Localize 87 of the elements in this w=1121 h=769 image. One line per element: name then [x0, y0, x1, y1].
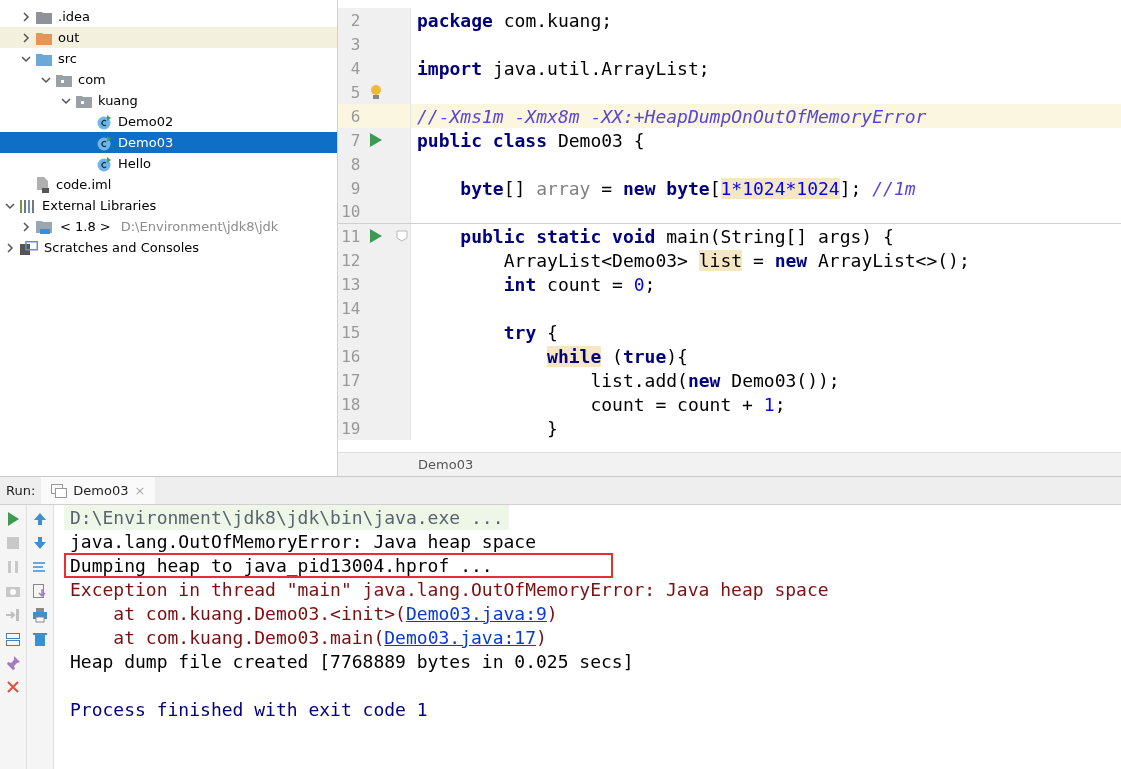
- chevron-right-icon[interactable]: [20, 31, 32, 44]
- tree-item[interactable]: Demo03: [0, 132, 337, 153]
- arrow-up-icon[interactable]: [32, 511, 48, 527]
- chevron-right-icon[interactable]: [4, 241, 16, 254]
- tree-item[interactable]: code.iml: [0, 174, 337, 195]
- code-line: ArrayList<Demo03> list = new ArrayList<>();: [502, 249, 970, 271]
- line-number: 2: [349, 10, 361, 30]
- line-number: 14: [340, 298, 361, 318]
- package-icon: [56, 72, 72, 87]
- sdk-path: D:\Environment\jdk8\jdk: [120, 219, 279, 234]
- exit-icon[interactable]: [5, 607, 21, 623]
- line-number: 15: [340, 322, 361, 342]
- line-number: 4: [349, 58, 361, 78]
- run-label: Run:: [5, 483, 37, 498]
- code-line: public static void main(String[] args) {: [459, 225, 894, 247]
- lightbulb-icon[interactable]: [370, 84, 383, 100]
- line-number: 17: [340, 370, 361, 390]
- tree-item[interactable]: kuang: [0, 90, 337, 111]
- code-line: int count = 0;: [502, 273, 656, 295]
- line-number: 7: [349, 130, 361, 150]
- tree-item[interactable]: < 1.8 > D:\Environment\jdk8\jdk: [0, 216, 337, 237]
- code-line: import java.util.ArrayList;: [416, 57, 710, 79]
- line-number: 16: [340, 346, 361, 366]
- code-line: list.add(new Demo03());: [589, 369, 840, 391]
- tree-item[interactable]: Hello: [0, 153, 337, 174]
- code-line: byte[] array = new byte[1*1024*1024]; //1m: [459, 177, 916, 199]
- arrow-down-icon[interactable]: [32, 535, 48, 551]
- folder-icon: [36, 30, 52, 45]
- class-icon: [96, 134, 112, 151]
- line-number: 18: [340, 394, 361, 414]
- line-number: 11: [340, 226, 361, 246]
- console-line: at com.kuang.Demo03.main(Demo03.java:17): [112, 625, 548, 650]
- fold-icon[interactable]: [396, 230, 409, 242]
- code-line: while (true){: [546, 345, 688, 367]
- source-link[interactable]: Demo03.java:17: [384, 626, 536, 648]
- run-icon[interactable]: [370, 133, 383, 147]
- folder-icon: [36, 51, 52, 66]
- tree-item[interactable]: out: [0, 27, 337, 48]
- line-number: 9: [349, 178, 361, 198]
- line-number: 8: [349, 154, 361, 174]
- tree-item[interactable]: .idea: [0, 6, 337, 27]
- close-icon[interactable]: [5, 679, 21, 695]
- layout-icon[interactable]: [5, 631, 21, 647]
- console-line: Heap dump file created [7768889 bytes in 0.025 secs]: [69, 649, 635, 674]
- line-number: 5: [349, 82, 361, 102]
- source-link[interactable]: Demo03.java:9: [405, 602, 547, 624]
- scroll-to-end-icon[interactable]: [32, 583, 48, 599]
- tree-item[interactable]: com: [0, 69, 337, 90]
- line-number: 6: [349, 106, 361, 126]
- library-icon: [20, 198, 36, 213]
- class-icon: [96, 113, 112, 130]
- package-icon: [76, 93, 92, 108]
- chevron-right-icon[interactable]: [20, 220, 32, 233]
- scratches-icon: [20, 240, 38, 255]
- print-icon[interactable]: [32, 607, 48, 623]
- tree-item[interactable]: External Libraries: [0, 195, 337, 216]
- console-line: at com.kuang.Demo03.<init>(Demo03.java:9): [112, 601, 559, 626]
- folder-icon: [36, 9, 52, 24]
- line-number: 12: [340, 250, 361, 270]
- line-number: 13: [340, 274, 361, 294]
- breadcrumb[interactable]: Demo03: [418, 457, 474, 472]
- run-icon[interactable]: [370, 229, 383, 243]
- line-number: 3: [349, 34, 361, 54]
- code-line: public class Demo03 {: [416, 129, 645, 151]
- code-line: count = count + 1;: [589, 393, 786, 415]
- tree-item[interactable]: src: [0, 48, 337, 69]
- console-line: Exception in thread "main" java.lang.OutOfMemoryError: Java heap space: [69, 577, 830, 602]
- tree-item[interactable]: Scratches and Consoles: [0, 237, 337, 258]
- code-line: package com.kuang;: [416, 9, 613, 31]
- class-icon: [96, 155, 112, 172]
- file-icon: [36, 176, 50, 193]
- wrap-icon[interactable]: [32, 559, 48, 575]
- tree-item[interactable]: Demo02: [0, 111, 337, 132]
- console-line: java.lang.OutOfMemoryError: Java heap space: [69, 529, 537, 554]
- code-line: try {: [502, 321, 558, 343]
- code-line: //-Xms1m -Xmx8m -XX:+HeapDumpOnOutOfMemoryError: [416, 105, 927, 127]
- console-line: Process finished with exit code 1: [69, 697, 429, 722]
- line-number: 19: [340, 418, 361, 438]
- trash-icon[interactable]: [32, 631, 48, 647]
- run-tab[interactable]: Demo03 ×: [41, 477, 156, 504]
- jdk-folder-icon: [36, 218, 54, 235]
- line-number: 10: [340, 202, 361, 221]
- console-icon: [51, 483, 68, 498]
- run-icon[interactable]: [5, 511, 21, 527]
- pin-icon[interactable]: [5, 655, 21, 671]
- chevron-right-icon[interactable]: [20, 10, 32, 23]
- code-line: }: [546, 417, 558, 439]
